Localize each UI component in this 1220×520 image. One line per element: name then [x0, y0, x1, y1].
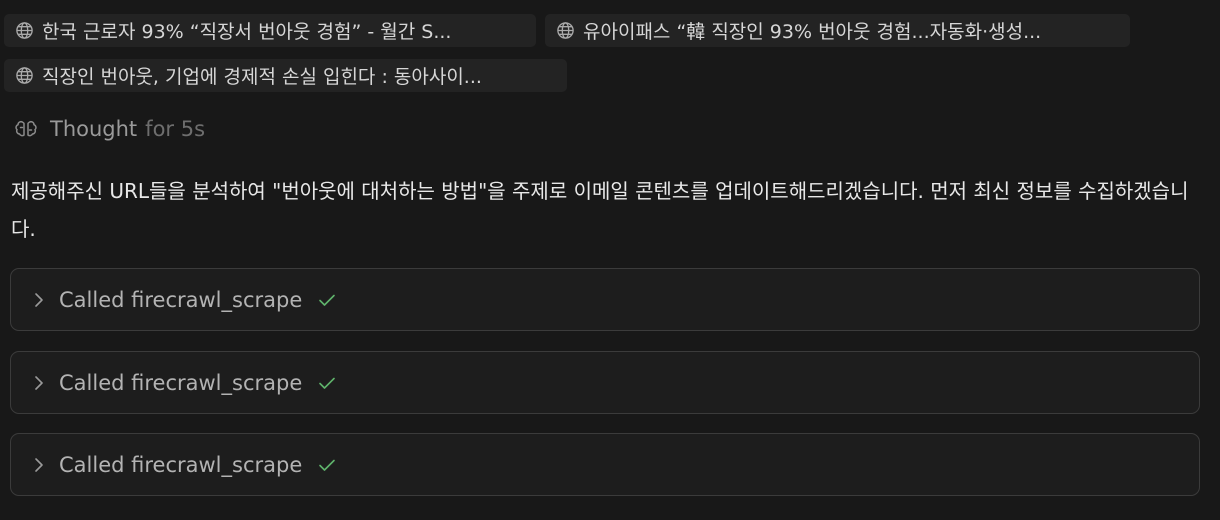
- tool-call-row[interactable]: Called firecrawl_scrape: [10, 268, 1200, 331]
- tool-call-label: Called firecrawl_scrape: [59, 452, 303, 477]
- check-icon: [316, 372, 338, 394]
- tool-call-label: Called firecrawl_scrape: [59, 287, 303, 312]
- chevron-right-icon: [31, 455, 47, 475]
- thought-duration: for 5s: [145, 117, 206, 141]
- thought-toggle[interactable]: Thought for 5s: [14, 113, 205, 145]
- chevron-right-icon: [31, 373, 47, 393]
- check-icon: [316, 454, 338, 476]
- globe-icon: [556, 21, 575, 40]
- source-title: 직장인 번아웃, 기업에 경제적 손실 입힌다 : 동아사이...: [42, 66, 482, 88]
- source-chip[interactable]: 유아이패스 “韓 직장인 93% 번아웃 경험...자동화·생성...: [545, 14, 1130, 47]
- tool-call-label: Called firecrawl_scrape: [59, 370, 303, 395]
- assistant-message: 제공해주신 URL들을 분석하여 "번아웃에 대처하는 방법"을 주제로 이메일…: [11, 179, 1189, 241]
- source-title: 유아이패스 “韓 직장인 93% 번아웃 경험...자동화·생성...: [583, 21, 1042, 43]
- thought-label: Thought: [50, 117, 138, 141]
- tool-call-row[interactable]: Called firecrawl_scrape: [10, 351, 1200, 414]
- brain-icon: [14, 117, 38, 141]
- tool-call-row[interactable]: Called firecrawl_scrape: [10, 433, 1200, 496]
- source-chip[interactable]: 한국 근로자 93% “직장서 번아웃 경험” - 월간 S...: [4, 14, 536, 47]
- source-title: 한국 근로자 93% “직장서 번아웃 경험” - 월간 S...: [42, 21, 452, 43]
- chat-panel: 한국 근로자 93% “직장서 번아웃 경험” - 월간 S... 유아이패스 …: [0, 0, 1220, 520]
- source-chip[interactable]: 직장인 번아웃, 기업에 경제적 손실 입힌다 : 동아사이...: [4, 59, 567, 92]
- globe-icon: [15, 21, 34, 40]
- check-icon: [316, 289, 338, 311]
- chevron-right-icon: [31, 290, 47, 310]
- globe-icon: [15, 66, 34, 85]
